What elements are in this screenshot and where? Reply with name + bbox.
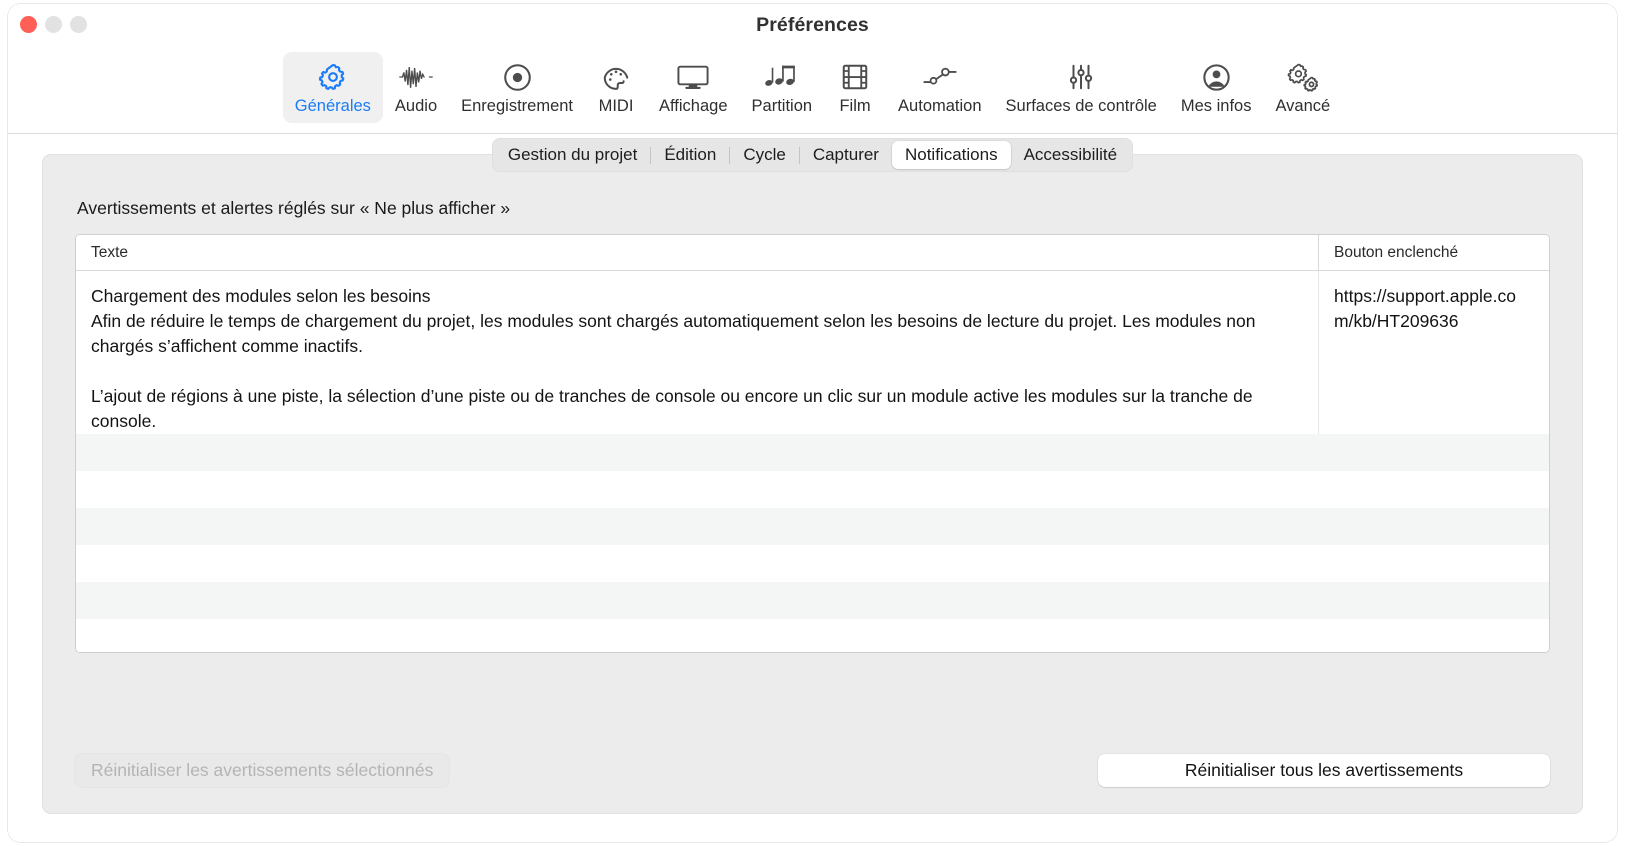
toolbar-item-partition[interactable]: Partition	[740, 52, 825, 123]
display-monitor-icon	[676, 58, 710, 96]
midi-connector-icon	[601, 58, 631, 96]
table-body: Chargement des modules selon les besoins…	[76, 271, 1549, 652]
reset-selected-warnings-button[interactable]: Réinitialiser les avertissements sélecti…	[75, 754, 450, 787]
toolbar-item-label: Automation	[898, 97, 982, 115]
warning-paragraph-1: Afin de réduire le temps de chargement d…	[91, 311, 1256, 356]
toolbar-item-film[interactable]: Film	[824, 52, 886, 123]
panel-footer: Réinitialiser les avertissements sélecti…	[75, 754, 1550, 787]
preferences-content: Gestion du projet Édition Cycle Capturer…	[8, 134, 1617, 842]
table-cell-texte: Chargement des modules selon les besoins…	[76, 271, 1318, 434]
tab-bar: Gestion du projet Édition Cycle Capturer…	[491, 138, 1134, 172]
waveform-icon	[398, 58, 434, 96]
column-header-texte[interactable]: Texte	[76, 235, 1318, 270]
record-circle-icon	[502, 58, 533, 96]
table-row-empty[interactable]	[76, 582, 1549, 619]
table-row-empty[interactable]	[76, 545, 1549, 582]
toolbar-item-avance[interactable]: Avancé	[1263, 52, 1342, 123]
toolbar-item-label: Surfaces de contrôle	[1005, 97, 1157, 115]
warning-title: Chargement des modules selon les besoins	[91, 286, 431, 306]
tab-cycle[interactable]: Cycle	[730, 141, 799, 169]
table-cell-bouton-enclenche: https://support.apple.com/kb/HT209636	[1318, 271, 1549, 434]
table-row-empty[interactable]	[76, 434, 1549, 471]
music-notes-icon	[764, 58, 800, 96]
toolbar-item-midi[interactable]: MIDI	[585, 52, 647, 123]
tab-gestion-du-projet[interactable]: Gestion du projet	[495, 141, 650, 169]
toolbar-item-label: Enregistrement	[461, 97, 574, 115]
automation-nodes-icon	[922, 58, 958, 96]
toolbar-item-label: Générales	[294, 97, 371, 115]
tab-bar-wrapper: Gestion du projet Édition Cycle Capturer…	[75, 138, 1550, 172]
table-row[interactable]: Chargement des modules selon les besoins…	[76, 271, 1549, 434]
sliders-icon	[1066, 58, 1096, 96]
warnings-table: Texte Bouton enclenché Chargement des mo…	[75, 234, 1550, 653]
toolbar-item-mes-infos[interactable]: Mes infos	[1169, 52, 1264, 123]
tab-accessibilite[interactable]: Accessibilité	[1011, 141, 1131, 169]
toolbar-item-label: Affichage	[659, 97, 728, 115]
table-row-empty[interactable]	[76, 508, 1549, 545]
window-titlebar: Préférences	[8, 4, 1617, 48]
toolbar-item-label: Avancé	[1275, 97, 1331, 115]
preferences-window: Préférences Générales Audio Enregistreme…	[8, 4, 1617, 842]
gear-icon	[318, 58, 348, 96]
table-row-empty[interactable]	[76, 471, 1549, 508]
person-circle-icon	[1201, 58, 1232, 96]
section-heading: Avertissements et alertes réglés sur « N…	[77, 198, 511, 218]
toolbar-item-generales[interactable]: Générales	[282, 52, 383, 123]
notifications-panel: Gestion du projet Édition Cycle Capturer…	[42, 138, 1583, 814]
film-strip-icon	[841, 58, 869, 96]
toolbar-item-label: Audio	[394, 97, 438, 115]
table-row-empty[interactable]	[76, 619, 1549, 652]
toolbar-item-affichage[interactable]: Affichage	[647, 52, 740, 123]
preferences-toolbar: Générales Audio Enregistrement MIDI Affi…	[8, 48, 1617, 134]
double-gear-icon	[1286, 58, 1320, 96]
table-header-row: Texte Bouton enclenché	[76, 235, 1549, 271]
warning-paragraph-2: L’ajout de régions à une piste, la sélec…	[91, 386, 1253, 431]
tab-notifications[interactable]: Notifications	[891, 141, 1011, 169]
toolbar-item-label: Film	[839, 97, 871, 115]
toolbar-item-surfaces-de-controle[interactable]: Surfaces de contrôle	[994, 52, 1169, 123]
toolbar-item-label: MIDI	[598, 97, 634, 115]
toolbar-item-automation[interactable]: Automation	[886, 52, 993, 123]
toolbar-item-label: Partition	[751, 97, 813, 115]
toolbar-item-enregistrement[interactable]: Enregistrement	[449, 52, 585, 123]
reset-all-warnings-button[interactable]: Réinitialiser tous les avertissements	[1098, 754, 1550, 787]
column-header-bouton-enclenche[interactable]: Bouton enclenché	[1318, 235, 1549, 270]
toolbar-item-audio[interactable]: Audio	[383, 52, 449, 123]
toolbar-item-label: Mes infos	[1180, 97, 1252, 115]
tab-capturer[interactable]: Capturer	[800, 141, 892, 169]
tab-edition[interactable]: Édition	[651, 141, 729, 169]
window-title: Préférences	[756, 14, 869, 36]
